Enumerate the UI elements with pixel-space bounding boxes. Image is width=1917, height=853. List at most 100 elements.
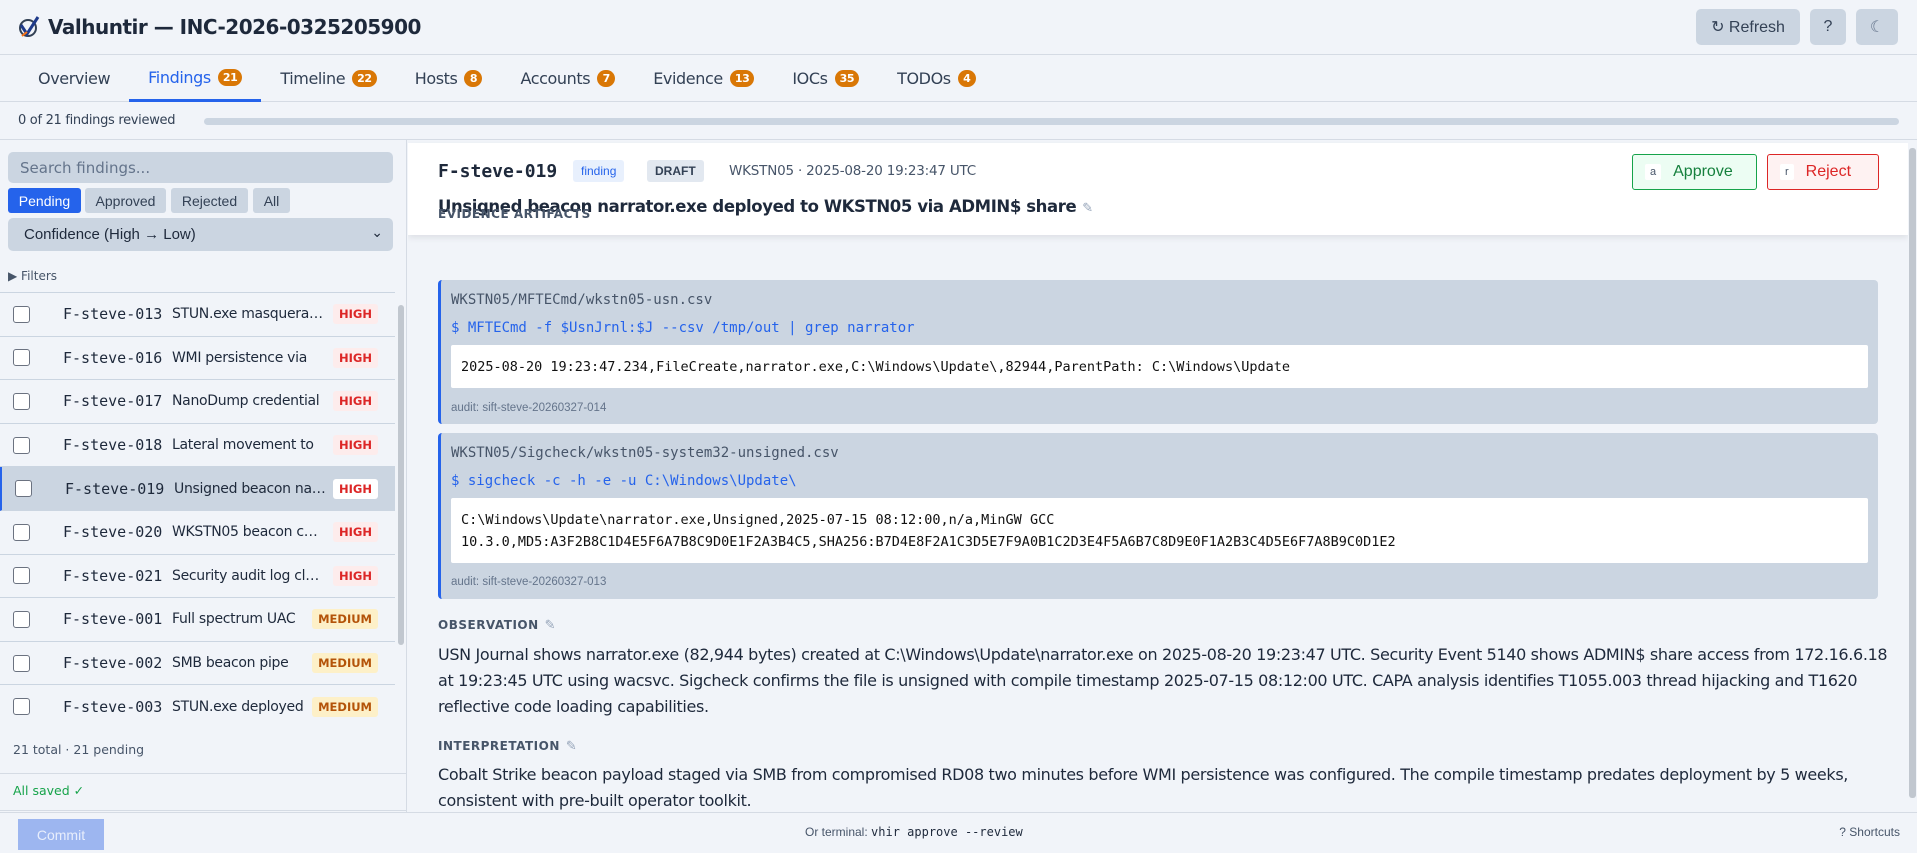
finding-id: F-steve-018 xyxy=(63,436,163,455)
finding-title: Security audit log cleared xyxy=(172,567,324,584)
chevron-down-icon: ⌄ xyxy=(371,224,383,240)
select-checkbox[interactable] xyxy=(13,567,30,585)
tab-hosts[interactable]: Hosts 8 xyxy=(396,55,502,102)
severity-badge: HIGH xyxy=(333,304,378,325)
output-line: C:\Windows\Update\narrator.exe,Unsigned,… xyxy=(461,511,1055,528)
select-checkbox[interactable] xyxy=(13,698,30,716)
commit-button[interactable]: Commit xyxy=(18,819,104,850)
finding-list-item[interactable]: F-steve-016 WMI persistence via HIGH xyxy=(0,337,395,381)
severity-badge: MEDIUM xyxy=(312,653,378,674)
output-line: 10.3.0,MD5:A3F2B8C1D4E5F6A7B8C9D0E1F2A3B… xyxy=(461,533,1396,550)
select-checkbox[interactable] xyxy=(13,392,30,410)
finding-list-item[interactable]: F-steve-018 Lateral movement to HIGH xyxy=(0,424,395,468)
select-checkbox[interactable] xyxy=(13,523,30,541)
select-checkbox[interactable] xyxy=(13,610,30,628)
finding-list-item[interactable]: F-steve-020 WKSTN05 beacon callback HIGH xyxy=(0,511,395,555)
finding-title: Unsigned beacon narrator.exe xyxy=(174,480,326,497)
filter-rejected[interactable]: Rejected xyxy=(171,188,248,213)
severity-badge: HIGH xyxy=(333,347,378,368)
artifact-command: $ sigcheck -c -h -e -u C:\Windows\Update… xyxy=(451,473,797,489)
scrollbar-thumb[interactable] xyxy=(1909,148,1916,798)
count-badge: 8 xyxy=(464,70,483,87)
tab-overview[interactable]: Overview xyxy=(19,55,129,102)
sort-value: Confidence (High → Low) xyxy=(24,226,196,243)
page-title: Valhuntir — INC-2026-0325205900 xyxy=(48,15,421,39)
edit-pencil-icon[interactable]: ✎ xyxy=(1082,201,1093,216)
scrollbar-thumb[interactable] xyxy=(398,305,404,645)
filter-pending[interactable]: Pending xyxy=(8,188,81,213)
main-scrollbar[interactable] xyxy=(1908,140,1917,812)
select-checkbox[interactable] xyxy=(13,305,30,323)
finding-id: F-steve-021 xyxy=(63,566,163,585)
reject-label: Reject xyxy=(1805,163,1852,180)
evidence-artifact: WKSTN05/MFTECmd/wkstn05-usn.csv $ MFTECm… xyxy=(438,280,1878,424)
evidence-artifact: WKSTN05/Sigcheck/wkstn05-system32-unsign… xyxy=(438,433,1878,599)
finding-title: SMB beacon pipe xyxy=(172,655,289,672)
help-button[interactable]: ? xyxy=(1810,9,1846,45)
finding-title: WMI persistence via xyxy=(172,349,308,366)
tab-label: IOCs xyxy=(792,69,828,88)
finding-id: F-steve-019 xyxy=(438,161,558,182)
artifact-path: WKSTN05/MFTECmd/wkstn05-usn.csv xyxy=(451,292,713,308)
finding-list-item[interactable]: F-steve-002 SMB beacon pipe MEDIUM xyxy=(0,642,395,686)
finding-list-item[interactable]: F-steve-019 Unsigned beacon narrator.exe H… xyxy=(0,467,395,511)
reject-button[interactable]: r Reject xyxy=(1767,154,1879,190)
select-checkbox[interactable] xyxy=(15,480,32,498)
observation-label: OBSERVATION xyxy=(438,618,539,632)
count-badge: 35 xyxy=(834,70,860,87)
terminal-hint: Or terminal: vhir approve --review xyxy=(805,825,1023,839)
filter-approved[interactable]: Approved xyxy=(85,188,166,213)
refresh-button[interactable]: ↻ Refresh xyxy=(1696,9,1800,45)
select-checkbox[interactable] xyxy=(13,436,30,454)
count-badge: 13 xyxy=(729,70,755,87)
tab-iocs[interactable]: IOCs 35 xyxy=(773,55,878,102)
tab-evidence[interactable]: Evidence 13 xyxy=(634,55,773,102)
severity-badge: MEDIUM xyxy=(312,609,378,630)
approve-button[interactable]: a Approve xyxy=(1632,154,1757,190)
finding-detail: F-steve-019 finding DRAFT WKSTN05 · 2025… xyxy=(408,140,1908,812)
status-badge: DRAFT xyxy=(647,160,704,182)
edit-pencil-icon[interactable]: ✎ xyxy=(545,618,556,633)
terminal-command: vhir approve --review xyxy=(871,825,1023,839)
edit-pencil-icon[interactable]: ✎ xyxy=(566,739,577,754)
select-checkbox[interactable] xyxy=(13,349,30,367)
app-header: Valhuntir — INC-2026-0325205900 ↻ Refres… xyxy=(0,0,1917,55)
count-badge: 7 xyxy=(597,70,616,87)
tab-timeline[interactable]: Timeline 22 xyxy=(261,55,395,102)
tab-bar: Overview Findings 21 Timeline 22 Hosts 8 Accoun… xyxy=(0,55,1917,102)
select-checkbox[interactable] xyxy=(13,654,30,672)
tab-label: Overview xyxy=(38,69,111,88)
finding-list-item[interactable]: F-steve-013 STUN.exe masquerading HIGH xyxy=(0,293,395,337)
tab-label: Timeline xyxy=(280,69,346,88)
finding-title: STUN.exe deployed xyxy=(172,698,304,715)
audit-id: audit: sift-steve-20260327-014 xyxy=(451,402,607,414)
filters-toggle[interactable]: ▶ Filters xyxy=(8,269,57,283)
sort-select[interactable]: Confidence (High → Low) ⌄ xyxy=(8,218,393,251)
footer-bar: Or terminal: vhir approve --review ? Sho… xyxy=(0,812,1917,853)
finding-list-item[interactable]: F-steve-001 Full spectrum UAC MEDIUM xyxy=(0,598,395,642)
tab-todos[interactable]: TODOs 4 xyxy=(878,55,995,102)
tab-accounts[interactable]: Accounts 7 xyxy=(501,55,634,102)
shortcuts-link[interactable]: ? Shortcuts xyxy=(1839,825,1900,839)
finding-header-card: F-steve-019 finding DRAFT WKSTN05 · 2025… xyxy=(408,143,1908,235)
output-line: 2025-08-20 19:23:47.234,FileCreate,narra… xyxy=(461,358,1291,375)
tab-label: TODOs xyxy=(897,69,951,88)
interpretation-heading: INTERPRETATION ✎ xyxy=(438,739,577,754)
finding-id: F-steve-019 xyxy=(65,479,165,498)
finding-id: F-steve-003 xyxy=(63,697,163,716)
findings-sidebar: Pending Approved Rejected All Confidence… xyxy=(0,140,407,812)
finding-id: F-steve-013 xyxy=(63,305,163,324)
tab-findings[interactable]: Findings 21 xyxy=(129,55,262,102)
finding-meta: WKSTN05 · 2025-08-20 19:23:47 UTC xyxy=(729,163,976,179)
finding-list-item[interactable]: F-steve-003 STUN.exe deployed MEDIUM xyxy=(0,685,395,728)
interpretation-label: INTERPRETATION xyxy=(438,739,560,753)
finding-list-item[interactable]: F-steve-021 Security audit log cleared HIG… xyxy=(0,555,395,599)
finding-list-item[interactable]: F-steve-017 NanoDump credential HIGH xyxy=(0,380,395,424)
filter-all[interactable]: All xyxy=(253,188,290,213)
evidence-heading: EVIDENCE ARTIFACTS xyxy=(438,207,591,221)
theme-toggle-button[interactable]: ☾ xyxy=(1856,9,1898,45)
finding-title: Lateral movement to xyxy=(172,437,314,454)
finding-id: F-steve-001 xyxy=(63,610,163,629)
search-input[interactable] xyxy=(8,152,393,183)
list-scrollbar[interactable] xyxy=(395,292,407,728)
